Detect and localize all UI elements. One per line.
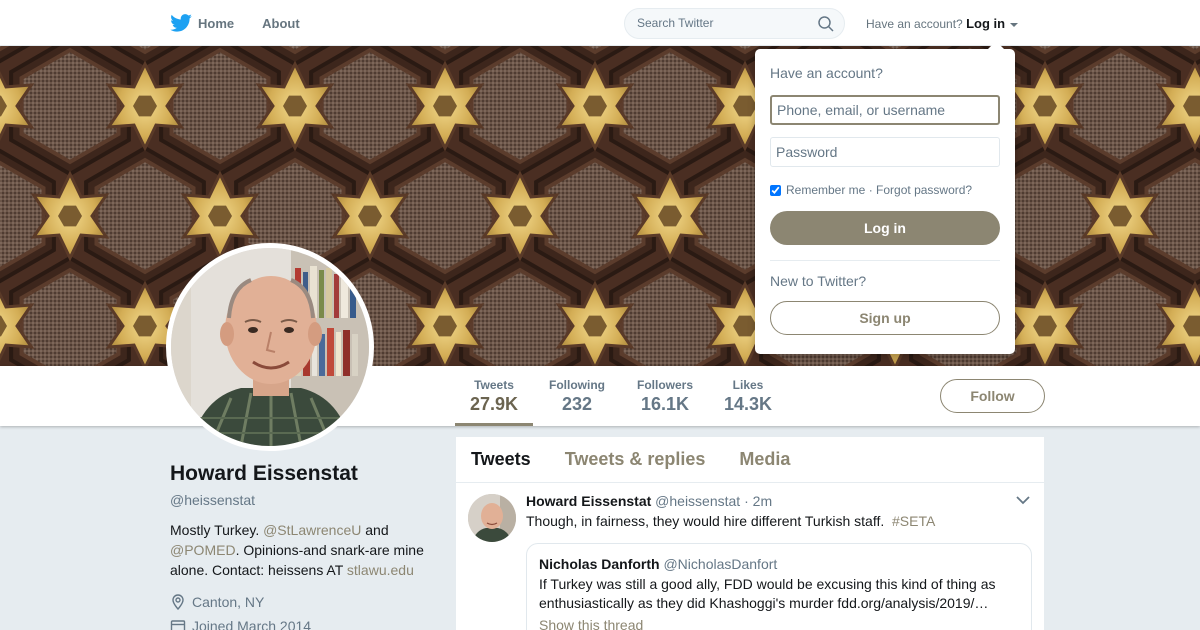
tweet-header: Howard Eissenstat @heissenstat · 2m [526,493,1032,509]
chevron-down-icon[interactable] [1016,495,1030,505]
remember-separator: · [868,183,873,197]
quoted-tweet-text: If Turkey was still a good ally, FDD wou… [539,576,996,611]
stat-following[interactable]: Following 232 [543,366,611,426]
remember-row: Remember me · Forgot password? [770,183,1000,197]
search-input[interactable]: Search Twitter [624,8,845,39]
bio-mention-pomed[interactable]: @POMED [170,542,236,558]
stat-following-value: 232 [561,394,593,414]
login-dropdown: Have an account? Remember me · Forgot pa… [755,41,1015,354]
tweet-author-name[interactable]: Howard Eissenstat [526,493,651,509]
tweet-text: Though, in fairness, they would hire dif… [526,513,1032,529]
bio-text-1: Mostly Turkey. [170,522,264,538]
bio-mention-stlawrenceu[interactable]: @StLawrenceU [263,522,361,538]
tab-media[interactable]: Media [739,449,790,470]
username-field[interactable] [770,95,1000,125]
profile-location: Canton, NY [170,594,440,610]
quoted-author-name: Nicholas Danforth [539,556,660,572]
follow-button[interactable]: Follow [940,379,1045,413]
location-pin-icon [172,594,184,610]
bio-link-stlawu[interactable]: stlawu.edu [347,562,414,578]
location-text: Canton, NY [192,594,265,610]
stat-followers-value: 16.1K [640,394,690,414]
tweet-avatar[interactable] [468,494,516,542]
stat-tweets[interactable]: Tweets 27.9K [455,366,533,426]
bio-text-2: and [361,522,389,538]
forgot-password-link[interactable]: Forgot password? [876,183,972,197]
profile-joined: Joined March 2014 [170,618,440,630]
tweet-avatar-photo [468,494,516,542]
dropdown-divider [770,260,1000,261]
calendar-icon [170,620,186,630]
tweet-body: Though, in fairness, they would hire dif… [526,513,885,529]
remember-me-label[interactable]: Remember me [786,183,865,197]
joined-text: Joined March 2014 [192,618,312,630]
signup-button[interactable]: Sign up [770,301,1000,335]
profile-name[interactable]: Howard Eissenstat [170,462,440,486]
stat-following-label: Following [549,378,605,392]
quoted-tweet[interactable]: Nicholas Danforth @NicholasDanfort If Tu… [526,543,1032,630]
timeline-tabs: Tweets Tweets & replies Media [456,437,1044,483]
password-field[interactable] [770,137,1000,167]
quoted-author-handle: @NicholasDanfort [663,556,778,572]
profile-avatar[interactable] [166,243,374,451]
quoted-tweet-header: Nicholas Danforth @NicholasDanfort [539,556,1019,572]
tab-tweets-and-replies[interactable]: Tweets & replies [565,449,706,470]
profile-handle[interactable]: @heissenstat [170,492,440,508]
nav-about[interactable]: About [262,16,300,31]
top-navigation: Home About Search Twitter Have an accoun… [0,0,1200,46]
nav-home[interactable]: Home [170,14,234,32]
nav-home-label: Home [198,15,235,31]
new-to-twitter-label: New to Twitter? [770,273,867,289]
stat-followers-label: Followers [636,378,693,392]
avatar-photo [171,248,369,446]
stat-likes[interactable]: Likes 14.3K [718,366,778,426]
login-toggle-label: Log in [966,16,1006,31]
twitter-bird-icon [170,14,192,32]
tweet-time[interactable]: 2m [753,493,772,509]
search-icon[interactable] [818,16,834,32]
show-thread-link[interactable]: Show this thread [539,617,1019,630]
stat-followers[interactable]: Followers 16.1K [630,366,700,426]
tweet[interactable]: Howard Eissenstat @heissenstat · 2m Thou… [456,483,1044,630]
profile-bio: Mostly Turkey. @StLawrenceU and @POMED. … [170,520,440,580]
tab-tweets[interactable]: Tweets [471,449,531,470]
login-dropdown-title: Have an account? [770,65,883,81]
have-account-label: Have an account? [866,17,963,31]
stat-likes-label: Likes [732,378,764,392]
tweet-hashtag[interactable]: #SETA [892,513,935,529]
tweet-author-handle[interactable]: @heissenstat [655,493,740,509]
tweet-separator: · [744,493,749,509]
stat-tweets-value: 27.9K [469,394,519,414]
search-placeholder: Search Twitter [637,16,714,30]
login-button[interactable]: Log in [770,211,1000,245]
stat-likes-value: 14.3K [723,394,773,414]
profile-card: Howard Eissenstat @heissenstat Mostly Tu… [170,462,440,630]
stat-tweets-label: Tweets [474,378,514,392]
nav-about-label: About [262,15,300,31]
caret-down-icon [1010,22,1019,27]
login-menu-toggle[interactable]: Have an account? Log in [866,16,1019,31]
remember-me-checkbox[interactable] [770,184,781,196]
timeline: Tweets Tweets & replies Media Howard Eis… [456,437,1044,630]
